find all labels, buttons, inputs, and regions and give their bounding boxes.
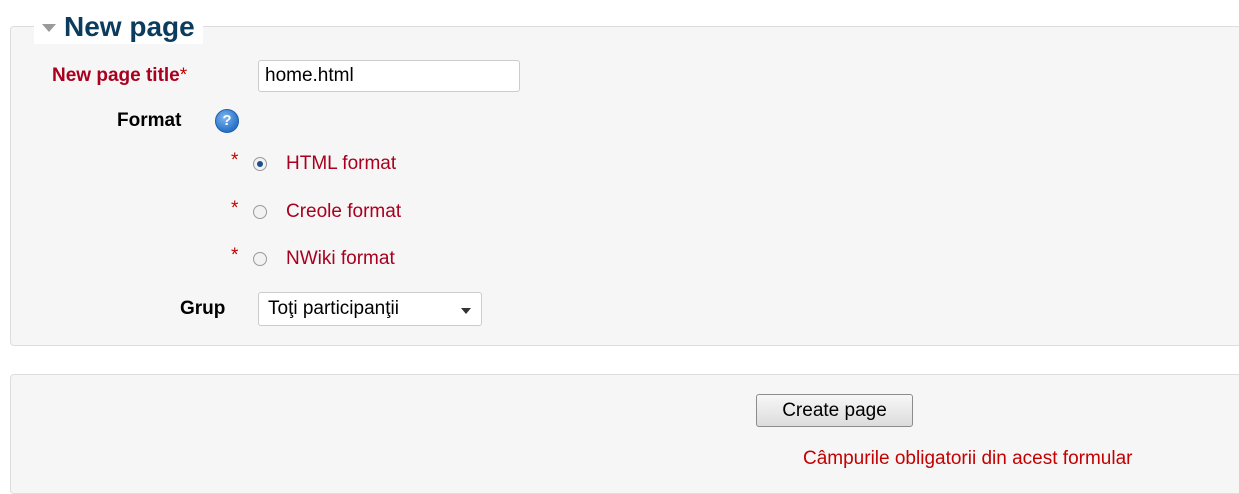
collapse-triangle-icon[interactable] [42, 24, 56, 32]
actions-fieldset [10, 374, 1239, 494]
legend-title: New page [64, 11, 195, 42]
format-option-html[interactable]: * HTML format [231, 150, 396, 175]
nwiki-format-label[interactable]: NWiki format [286, 248, 395, 270]
required-star-icon: * [231, 245, 239, 266]
group-select[interactable]: Toţi participanţii [258, 292, 482, 326]
html-format-radio[interactable] [253, 157, 267, 171]
creole-format-label[interactable]: Creole format [286, 201, 401, 223]
help-icon[interactable]: ? [215, 109, 239, 133]
fieldset-legend[interactable]: New page [34, 10, 203, 44]
group-label: Grup [180, 298, 226, 319]
page-title-input[interactable] [258, 60, 520, 92]
chevron-down-icon [461, 308, 471, 314]
html-format-label[interactable]: HTML format [286, 153, 396, 175]
format-option-nwiki[interactable]: * NWiki format [231, 245, 395, 270]
page-title-label: New page title* [52, 65, 187, 87]
page-title-label-text: New page title [52, 65, 180, 86]
format-label: Format [117, 110, 182, 131]
nwiki-format-radio[interactable] [253, 252, 267, 266]
group-select-value: Toţi participanţii [268, 298, 399, 319]
required-fields-note: Câmpurile obligatorii din acest formular [803, 448, 1133, 469]
create-page-button[interactable]: Create page [756, 394, 913, 427]
required-star-icon: * [231, 150, 239, 171]
format-option-creole[interactable]: * Creole format [231, 198, 401, 223]
required-star-icon: * [231, 198, 239, 219]
required-star-icon: * [179, 65, 188, 86]
creole-format-radio[interactable] [253, 205, 267, 219]
